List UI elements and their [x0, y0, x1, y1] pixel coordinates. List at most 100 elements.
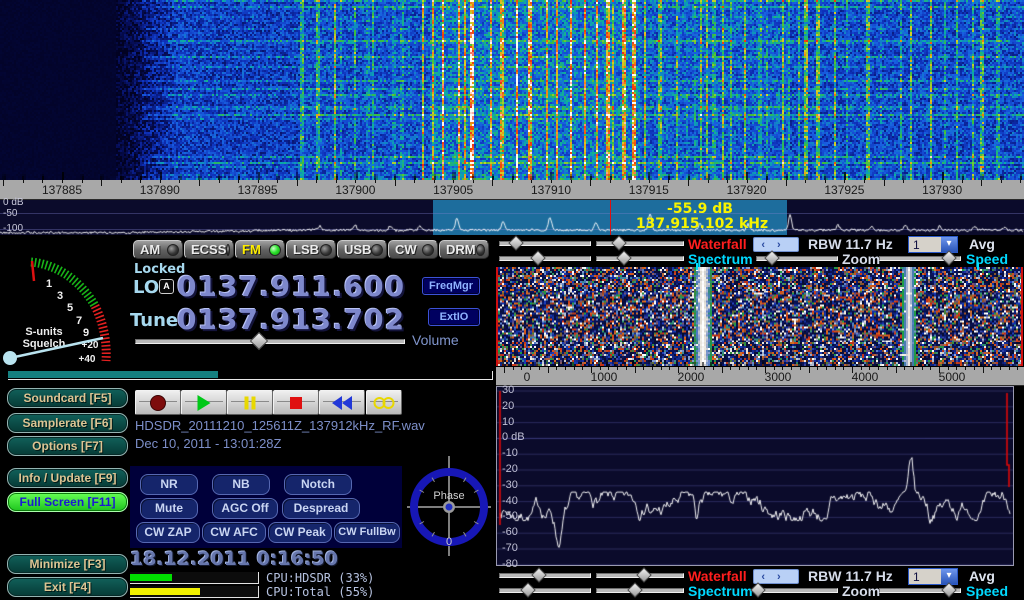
rf-spectrum-high-slider[interactable] [596, 584, 684, 596]
volume-label: Volume [412, 332, 459, 348]
scale-tick [809, 367, 810, 373]
af-waterfall[interactable] [498, 267, 1022, 366]
scale-tick [817, 367, 818, 370]
scale-tick [956, 367, 957, 370]
scale-tick [878, 367, 879, 370]
af-waterfall-label[interactable]: Waterfall [688, 236, 747, 252]
cw-afc-button[interactable]: CW AFC [202, 522, 266, 543]
scale-tick [492, 180, 493, 186]
af-speed-slider[interactable] [879, 252, 961, 264]
rf-zoom-slider[interactable] [756, 584, 838, 596]
mode-cw-button[interactable]: CW [388, 240, 438, 259]
af-spectrum-low-slider[interactable] [499, 252, 591, 264]
stop-button[interactable] [273, 390, 319, 415]
despread-button[interactable]: Despread [282, 498, 360, 519]
tune-cursor-line [610, 200, 611, 235]
cw-fullbw-button[interactable]: CW FullBw [334, 522, 400, 543]
samplerate-button[interactable]: Samplerate [F6] [7, 413, 128, 433]
scale-tick [652, 367, 653, 370]
pause-button[interactable] [227, 390, 273, 415]
info-update-button[interactable]: Info / Update [F9] [7, 468, 128, 488]
loop-button[interactable] [366, 390, 402, 415]
rf-rbw-spinner[interactable]: ‹› [753, 569, 799, 584]
phase-dot [446, 504, 453, 511]
cw-zap-button[interactable]: CW ZAP [136, 522, 200, 543]
mode-label: FM [242, 242, 261, 257]
mode-am-button[interactable]: AM [133, 240, 183, 259]
scale-tick [277, 180, 278, 183]
rf-waterfall[interactable] [0, 0, 1024, 180]
extio-button[interactable]: ExtIO [428, 308, 480, 326]
rf-spectrum-low-slider[interactable] [499, 584, 591, 596]
scale-tick [661, 367, 662, 370]
s-meter-label: +40 [79, 354, 96, 365]
slider-thumb[interactable] [250, 332, 268, 350]
scale-tick [991, 367, 992, 370]
rewind-icon [332, 396, 352, 410]
scale-tick-label: 137885 [34, 183, 90, 197]
cw-peak-button[interactable]: CW Peak [268, 522, 332, 543]
s-meter-label: 1 [46, 278, 52, 290]
scale-tick [336, 180, 337, 183]
phase-scope[interactable]: Phase 0 [403, 453, 495, 559]
scale-tick [42, 180, 43, 183]
s-meter[interactable]: 1 3 5 7 9 +20 +40 S-units Squelch [0, 235, 130, 385]
playback-progress[interactable] [8, 371, 493, 380]
mode-drm-button[interactable]: DRM [439, 240, 489, 259]
freqmgr-button[interactable]: FreqMgr [422, 277, 480, 295]
mode-ecss-button[interactable]: ECSS [184, 240, 234, 259]
tune-frequency[interactable]: 0137.913.702 [177, 303, 405, 336]
mode-usb-button[interactable]: USB [337, 240, 387, 259]
agc-button[interactable]: AGC Off [212, 498, 278, 519]
wav-filename: HDSDR_20111210_125611Z_137912kHz_RF.wav [135, 418, 425, 433]
scale-tick-label: 137930 [914, 183, 970, 197]
scale-tick [747, 180, 748, 183]
af-frequency-scale[interactable]: 010002000300040005000 [496, 367, 1024, 386]
rf-waterfall-contrast-slider[interactable] [596, 569, 684, 581]
rf-avg-dropdown[interactable]: 1 ▾ [908, 568, 958, 585]
notch-button[interactable]: Notch [284, 474, 352, 495]
play-button[interactable] [181, 390, 227, 415]
scale-tick [782, 367, 783, 370]
af-db-label: 0 dB [502, 431, 525, 443]
scale-tick [825, 180, 826, 183]
af-rbw-spinner[interactable]: ‹› [753, 237, 799, 252]
volume-slider[interactable] [135, 335, 405, 347]
af-spectrum[interactable]: 3020100 dB-10-20-30-40-50-60-70-80 [496, 386, 1014, 566]
rf-frequency-scale[interactable]: 1378851378901378951379001379051379101379… [0, 180, 1024, 200]
options-button[interactable]: Options [F7] [7, 436, 128, 456]
scale-tick [23, 180, 24, 183]
af-spectrum-high-slider[interactable] [596, 252, 684, 264]
rf-spectrum-label[interactable]: Spectrum [688, 583, 753, 599]
mode-fm-button[interactable]: FM [235, 240, 285, 259]
scale-tick [434, 180, 435, 183]
mode-lsb-button[interactable]: LSB [286, 240, 336, 259]
exit-button[interactable]: Exit [F4] [7, 577, 128, 597]
af-zoom-slider[interactable] [756, 252, 838, 264]
play-icon [198, 395, 211, 411]
soundcard-button[interactable]: Soundcard [F5] [7, 388, 128, 408]
auto-lock-badge[interactable]: A [159, 279, 174, 294]
af-waterfall-brightness-slider[interactable] [499, 237, 591, 249]
record-button[interactable] [135, 390, 181, 415]
scale-tick [1020, 180, 1021, 183]
af-waterfall-contrast-slider[interactable] [596, 237, 684, 249]
scale-tick [316, 180, 317, 183]
rf-spectrum[interactable]: 0 dB -50 -100 -55.9 dB 137.915.102 kHz [0, 200, 1024, 235]
scale-tick-label: 5000 [924, 370, 980, 384]
mode-led [320, 244, 332, 256]
nr-button[interactable]: NR [140, 474, 198, 495]
rf-speed-label: Speed [966, 583, 1008, 599]
rf-speed-slider[interactable] [879, 584, 961, 596]
af-avg-dropdown[interactable]: 1 ▾ [908, 236, 958, 253]
minimize-button[interactable]: Minimize [F3] [7, 554, 128, 574]
lo-frequency[interactable]: 0137.911.600 [177, 270, 405, 303]
fullscreen-button[interactable]: Full Screen [F11] [7, 492, 128, 512]
scale-tick-label: 137920 [719, 183, 775, 197]
rf-waterfall-brightness-slider[interactable] [499, 569, 591, 581]
nb-button[interactable]: NB [212, 474, 270, 495]
mute-button[interactable]: Mute [140, 498, 198, 519]
rewind-button[interactable] [319, 390, 365, 415]
rf-waterfall-label[interactable]: Waterfall [688, 568, 747, 584]
af-edge-line-right [1021, 267, 1023, 366]
